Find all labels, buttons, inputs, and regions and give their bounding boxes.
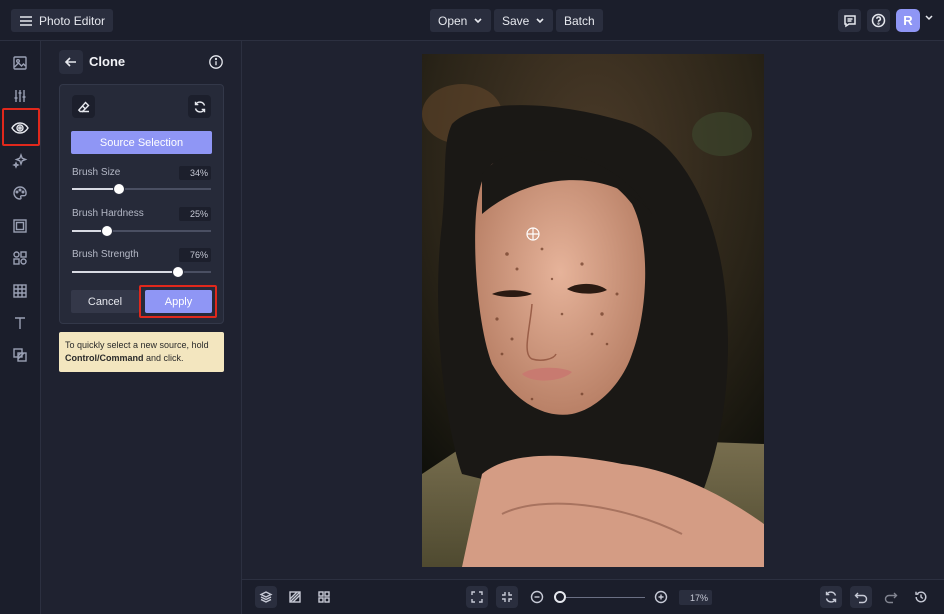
active-tool-highlight — [2, 108, 40, 146]
reset-button[interactable] — [188, 95, 211, 118]
eraser-button[interactable] — [72, 95, 95, 118]
source-selection-button[interactable]: Source Selection — [71, 131, 212, 154]
text-icon[interactable] — [8, 311, 32, 335]
history-icon — [915, 591, 927, 603]
image-icon[interactable] — [8, 51, 32, 75]
frame-icon[interactable] — [8, 214, 32, 238]
chevron-down-icon — [536, 17, 544, 23]
save-button[interactable]: Save — [494, 9, 554, 32]
help-icon — [871, 13, 886, 28]
overlay-icon[interactable] — [8, 343, 32, 367]
adjust-sliders-icon[interactable] — [8, 84, 32, 108]
zoom-slider-thumb[interactable] — [554, 591, 566, 603]
save-label: Save — [502, 13, 530, 28]
chevron-down-icon — [474, 17, 482, 23]
info-icon[interactable] — [208, 54, 224, 75]
avatar[interactable]: R — [896, 9, 920, 32]
brush-hardness-label: Brush Hardness — [72, 208, 144, 219]
redo-icon — [884, 592, 898, 604]
back-button[interactable] — [59, 50, 83, 74]
panel-title: Clone — [89, 54, 126, 69]
hamburger-icon — [20, 15, 32, 26]
zoom-slider[interactable] — [560, 597, 645, 598]
open-label: Open — [438, 13, 468, 28]
app-title: Photo Editor — [39, 13, 106, 28]
sync-button[interactable] — [820, 586, 842, 608]
slider-fill — [72, 188, 120, 190]
photo-canvas[interactable] — [422, 54, 764, 567]
brush-strength-label: Brush Strength — [72, 249, 139, 260]
graphics-icon[interactable] — [8, 246, 32, 270]
slider-thumb[interactable] — [100, 225, 113, 237]
refresh-icon — [825, 591, 837, 603]
tip-bold: Control/Command — [65, 353, 144, 363]
layers-icon — [259, 591, 273, 603]
brush-size-label: Brush Size — [72, 167, 121, 178]
clone-source-crosshair-icon — [526, 227, 540, 241]
undo-button[interactable] — [850, 586, 872, 608]
compare-icon — [289, 591, 301, 603]
tip-line2: and click. — [143, 353, 184, 363]
brush-size-slider[interactable] — [72, 183, 211, 195]
cancel-button[interactable]: Cancel — [71, 290, 139, 313]
help-button[interactable] — [867, 9, 890, 32]
expand-icon — [471, 591, 483, 603]
grid-icon — [318, 591, 330, 603]
grid-button[interactable] — [313, 586, 335, 608]
feedback-button[interactable] — [838, 9, 861, 32]
brush-strength-slider[interactable] — [72, 266, 211, 278]
zoom-in-icon — [654, 590, 668, 604]
apply-highlight — [139, 285, 217, 318]
open-button[interactable]: Open — [430, 9, 492, 32]
texture-icon[interactable] — [8, 279, 32, 303]
sparkle-effects-icon[interactable] — [8, 149, 32, 173]
menu-button[interactable]: Photo Editor — [11, 9, 114, 32]
palette-icon[interactable] — [8, 181, 32, 205]
tip-box: To quickly select a new source, hold Con… — [59, 332, 224, 372]
batch-label: Batch — [564, 13, 595, 28]
brush-hardness-slider[interactable] — [72, 225, 211, 237]
compare-button[interactable] — [284, 586, 306, 608]
portrait-photo — [422, 54, 764, 567]
history-button[interactable] — [910, 586, 932, 608]
zoom-in-button[interactable] — [650, 586, 672, 608]
zoom-out-button[interactable] — [526, 586, 548, 608]
layers-button[interactable] — [255, 586, 277, 608]
refresh-icon — [194, 100, 205, 113]
chevron-down-icon[interactable] — [924, 14, 934, 22]
zoom-level[interactable]: 17% — [679, 590, 712, 605]
undo-icon — [854, 592, 868, 604]
zoom-out-icon — [530, 590, 544, 604]
tip-line1: To quickly select a new source, hold — [65, 340, 209, 350]
eraser-icon — [77, 100, 89, 112]
slider-thumb[interactable] — [171, 266, 184, 278]
brush-hardness-value[interactable]: 25% — [179, 207, 211, 221]
chat-icon — [843, 14, 856, 27]
brush-strength-value[interactable]: 76% — [179, 248, 211, 262]
redo-button[interactable] — [880, 586, 902, 608]
batch-button[interactable]: Batch — [556, 9, 603, 32]
shrink-icon — [502, 592, 512, 602]
brush-size-value[interactable]: 34% — [179, 166, 211, 180]
slider-fill — [72, 271, 178, 273]
fit-screen-button[interactable] — [466, 586, 488, 608]
arrow-left-icon — [64, 57, 76, 67]
actual-size-button[interactable] — [496, 586, 518, 608]
